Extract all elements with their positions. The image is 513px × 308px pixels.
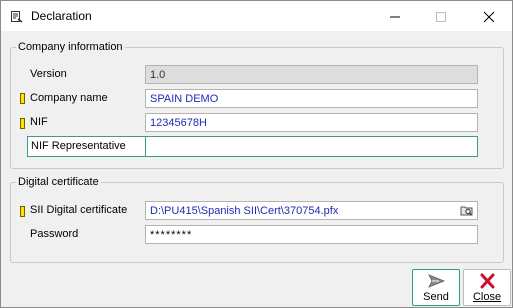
minimize-button[interactable] [372, 1, 418, 31]
send-label: Send [423, 291, 449, 303]
company-name-field[interactable]: SPAIN DEMO [145, 89, 478, 108]
close-window-button[interactable] [466, 1, 512, 31]
maximize-button[interactable] [418, 1, 464, 31]
password-label: Password [30, 228, 79, 240]
version-label: Version [30, 68, 67, 80]
nif-representative-row[interactable]: NIF Representative [27, 136, 478, 157]
version-field: 1.0 [145, 65, 478, 84]
declaration-window: Declaration Company information Version … [0, 0, 513, 308]
password-field[interactable]: ******** [145, 225, 478, 244]
nif-label: NIF [30, 116, 48, 128]
minimize-icon [390, 16, 400, 18]
send-icon [428, 273, 446, 289]
required-marker [20, 93, 25, 104]
close-label: Close [472, 291, 502, 303]
digital-certificate-legend: Digital certificate [18, 176, 99, 188]
sii-certificate-field[interactable]: D:\PU415\Spanish SII\Cert\370754.pfx [145, 201, 478, 220]
nif-field[interactable]: 12345678H [145, 113, 478, 132]
maximize-icon [436, 12, 446, 22]
close-icon [483, 11, 495, 23]
folder-search-icon[interactable] [460, 204, 474, 217]
divider [145, 137, 146, 156]
send-button[interactable]: Send [412, 269, 460, 306]
document-icon [10, 10, 23, 23]
close-button[interactable]: Close [463, 269, 511, 306]
close-x-icon [479, 273, 496, 289]
required-marker [20, 206, 25, 217]
sii-certificate-path: D:\PU415\Spanish SII\Cert\370754.pfx [150, 205, 339, 217]
company-name-label: Company name [30, 92, 108, 104]
company-information-legend: Company information [18, 41, 123, 53]
required-marker [20, 118, 25, 129]
title-bar[interactable]: Declaration [1, 1, 512, 31]
sii-certificate-label: SII Digital certificate [30, 204, 128, 216]
window-title: Declaration [31, 9, 92, 23]
nif-representative-label: NIF Representative [31, 140, 126, 152]
